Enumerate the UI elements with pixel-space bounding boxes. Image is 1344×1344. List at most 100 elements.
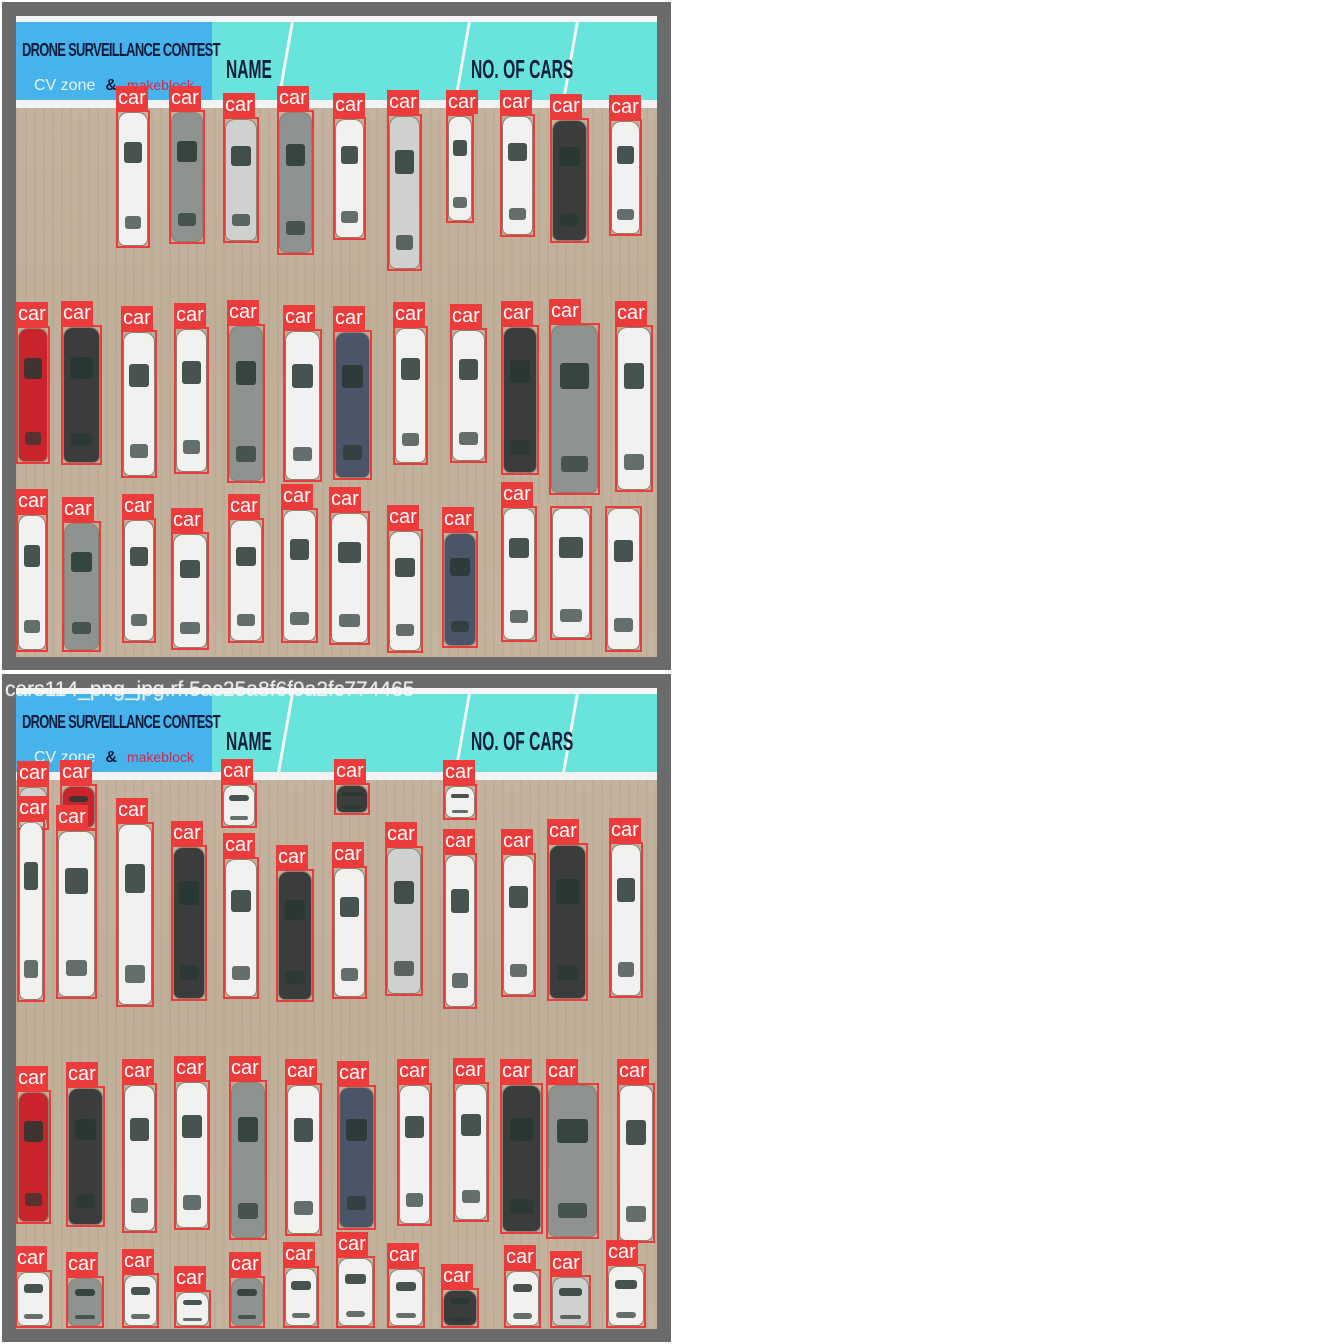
car-bounding-box [174,327,209,474]
car-detection-label: car [615,301,647,325]
car-detection-label: car [397,1059,429,1083]
car-detection-label: car [387,505,419,529]
car-detection-label: car [547,819,579,843]
car-bounding-box [61,325,102,465]
car-bounding-box [329,511,370,645]
car-detection-label: car [66,1252,98,1276]
banner-cars-header: NO. OF CARS [471,726,574,756]
car-detection-label: car [171,508,203,532]
car-bounding-box [333,330,372,480]
car-bounding-box [606,1264,646,1328]
car-bounding-box [441,1288,479,1328]
car-detection-label: car [121,306,153,330]
car-bounding-box [174,1080,210,1230]
car-bounding-box [229,1276,265,1328]
car-bounding-box [169,110,205,244]
car-bounding-box [333,117,366,240]
car-detection-label: car [56,805,88,829]
car-detection-label: car [223,833,255,857]
car-detection-label: car [223,93,255,117]
car-detection-label: car [441,1264,473,1288]
car-detection-label: car [174,303,206,327]
car-bounding-box [609,119,642,236]
car-detection-label: car [228,494,260,518]
car-bounding-box [550,506,592,640]
car-detection-label: car [385,822,417,846]
car-bounding-box [122,518,156,643]
car-detection-label: car [500,90,532,114]
car-bounding-box [617,1083,655,1243]
car-bounding-box [171,532,209,650]
car-bounding-box [285,1083,322,1236]
car-bounding-box [283,329,322,482]
car-bounding-box [393,326,428,465]
car-bounding-box [443,853,477,1009]
car-detection-label: car [227,300,259,324]
car-bounding-box [16,513,48,652]
car-bounding-box [116,822,154,1007]
car-bounding-box [550,118,589,243]
banner-name-header: NAME [226,726,272,756]
car-detection-label: car [387,90,419,114]
car-detection-label: car [221,759,253,783]
car-bounding-box [446,114,474,223]
car-detection-label: car [443,829,475,853]
car-detection-label: car [504,1245,536,1269]
car-bounding-box [16,326,50,464]
car-bounding-box [281,508,318,643]
car-bounding-box [334,783,370,815]
car-detection-label: car [171,821,203,845]
car-detection-label: car [62,497,94,521]
car-detection-label: car [501,301,533,325]
sponsor-left: CV zone [34,77,96,94]
car-detection-label: car [229,1252,261,1276]
car-bounding-box [16,1090,51,1224]
car-detection-label: car [60,760,92,784]
car-detection-label: car [546,1059,578,1083]
car-detection-label: car [393,302,425,326]
car-bounding-box [501,853,536,997]
detection-image-2: DRONE SURVEILLANCE CONTEST CV zone & makeb… [2,674,671,1342]
car-detection-label: car [333,306,365,330]
car-detection-label: car [550,94,582,118]
car-detection-label: car [453,1058,485,1082]
car-bounding-box [546,1083,599,1239]
car-bounding-box [227,324,265,483]
car-detection-label: car [549,299,581,323]
car-bounding-box [397,1083,432,1226]
car-detection-label: car [17,761,49,785]
car-bounding-box [66,1276,104,1328]
car-detection-label: car [442,507,474,531]
car-detection-label: car [16,1066,48,1090]
parking-lot-scene-1: DRONE SURVEILLANCE CONTEST CV zone & makeb… [16,16,657,657]
car-bounding-box [504,1269,541,1328]
car-detection-label: car [122,494,154,518]
car-bounding-box [56,829,97,999]
car-detection-label: car [329,487,361,511]
car-bounding-box [223,857,259,999]
car-detection-label: car [276,845,308,869]
car-detection-label: car [116,86,148,110]
car-detection-label: car [387,1243,419,1267]
car-bounding-box [337,1085,376,1230]
car-detection-label: car [446,90,478,114]
car-bounding-box [121,330,157,478]
sponsor-ampersand: & [105,749,117,766]
car-bounding-box [229,1080,267,1240]
car-bounding-box [450,328,487,463]
car-bounding-box [385,846,423,996]
car-bounding-box [332,866,367,999]
car-detection-label: car [285,1059,317,1083]
car-bounding-box [283,1266,319,1328]
car-detection-label: car [501,482,533,506]
car-bounding-box [116,110,150,248]
car-bounding-box [500,114,535,237]
car-detection-label: car [501,829,533,853]
car-detection-label: car [334,759,366,783]
car-bounding-box [387,114,422,271]
car-bounding-box [609,842,643,998]
car-bounding-box [276,869,314,1002]
car-bounding-box [223,117,259,243]
car-detection-label: car [609,818,641,842]
car-bounding-box [547,843,588,1001]
